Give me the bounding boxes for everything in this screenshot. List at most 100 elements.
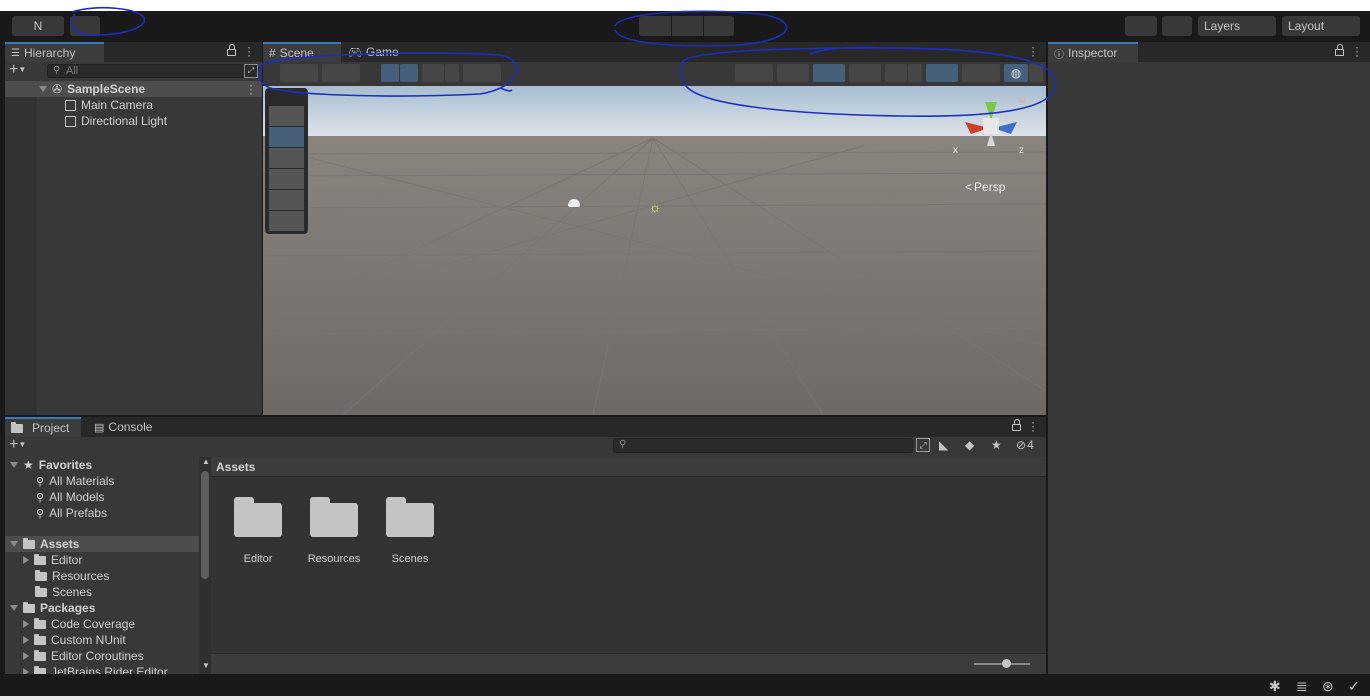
scroll-thumb[interactable]: [201, 471, 209, 579]
transform-tool-button[interactable]: [269, 211, 304, 231]
tab-console[interactable]: ▤ Console: [88, 417, 164, 437]
gizmos-toggle[interactable]: ◍: [1004, 64, 1028, 82]
pivot-toggle[interactable]: [381, 64, 399, 82]
tab-project[interactable]: Project: [5, 417, 81, 437]
folder-icon: [34, 617, 46, 629]
hierarchy-item[interactable]: Directional Light: [5, 113, 167, 129]
kebab-menu-icon[interactable]: · · ·: [247, 41, 251, 61]
cloud-button[interactable]: [70, 16, 100, 36]
scroll-up-icon[interactable]: ▲: [202, 457, 210, 466]
expand-search-icon[interactable]: ⤢: [244, 64, 258, 78]
rect-tool-button[interactable]: [269, 190, 304, 210]
bug-icon[interactable]: ✱: [1269, 678, 1281, 695]
folder-icon: [310, 497, 358, 537]
hidden-packages-toggle[interactable]: ⊘ 4: [1016, 438, 1034, 452]
scroll-down-icon[interactable]: ▼: [202, 661, 210, 670]
draw-options-button[interactable]: [735, 64, 773, 82]
tab-scene[interactable]: # Scene: [263, 42, 341, 62]
collab-button[interactable]: [1125, 16, 1157, 36]
asset-folder[interactable]: Resources: [305, 497, 363, 569]
tab-hierarchy[interactable]: ☰ Hierarchy: [5, 42, 104, 62]
expand-triangle-icon: [23, 652, 29, 660]
tab-game[interactable]: 🎮︎ Game: [342, 42, 406, 62]
kebab-menu-icon[interactable]: · · ·: [1031, 41, 1035, 61]
star-icon[interactable]: ★: [991, 438, 1002, 452]
kebab-menu-icon[interactable]: · · ·: [1031, 416, 1035, 436]
tree-item[interactable]: ⚲ All Prefabs: [5, 505, 107, 521]
search-by-label-icon[interactable]: ◆: [965, 438, 974, 452]
sun-gizmo-icon[interactable]: ☼: [647, 199, 663, 215]
tab-inspector[interactable]: ⓘ Inspector: [1048, 42, 1138, 62]
hierarchy-item-label: Main Camera: [81, 98, 154, 112]
persp-toggle[interactable]: < Persp: [965, 180, 1005, 194]
scene-kebab-icon[interactable]: · · ·: [249, 79, 253, 99]
tree-assets[interactable]: Assets: [5, 536, 199, 552]
cache-server-icon[interactable]: ≣: [1296, 678, 1308, 695]
pause-button[interactable]: [672, 16, 703, 36]
expand-search-icon[interactable]: ⤢: [916, 438, 930, 452]
tree-item[interactable]: Editor Coroutines: [5, 648, 144, 664]
grid-toggle[interactable]: [422, 64, 444, 82]
draw-mode-dropdown[interactable]: [280, 64, 318, 82]
main-toolbar: N Layers Layout: [0, 11, 1370, 42]
lock-icon[interactable]: [1012, 419, 1021, 431]
layers-dropdown[interactable]: Layers: [1198, 16, 1276, 36]
tree-item[interactable]: Code Coverage: [5, 616, 135, 632]
asset-folder[interactable]: Scenes: [381, 497, 439, 569]
game-tab-label: Game: [365, 45, 399, 59]
camera-settings-button[interactable]: [962, 64, 1000, 82]
open-folder-icon: [23, 537, 35, 549]
audio-toggle[interactable]: [849, 64, 881, 82]
folder-icon: [34, 633, 46, 645]
breadcrumb-assets[interactable]: Assets: [216, 460, 255, 474]
lock-icon[interactable]: [227, 44, 236, 56]
project-search-input[interactable]: ⚲: [613, 438, 913, 453]
lighting-toggle[interactable]: [813, 64, 845, 82]
collapse-triangle-icon: [10, 605, 18, 611]
lock-icon[interactable]: [1335, 44, 1344, 56]
checkmark-icon[interactable]: ✓: [1348, 678, 1360, 695]
tree-scrollbar[interactable]: ▲ ▼: [199, 457, 211, 674]
tree-item[interactable]: Editor: [5, 552, 82, 568]
tree-packages[interactable]: Packages: [5, 600, 95, 616]
tree-item[interactable]: Scenes: [5, 584, 92, 600]
auto-generate-lighting-icon[interactable]: ⊛: [1322, 678, 1334, 695]
view-tool-button[interactable]: [269, 106, 304, 126]
tree-item[interactable]: Resources: [5, 568, 109, 584]
add-object-button[interactable]: +▼: [9, 62, 26, 79]
layout-dropdown[interactable]: Layout: [1282, 16, 1360, 36]
account-button[interactable]: N: [12, 16, 64, 36]
tree-label: Custom NUnit: [51, 633, 126, 647]
search-button[interactable]: [1162, 16, 1192, 36]
tree-item[interactable]: ⚲ All Models: [5, 489, 104, 505]
gizmos-dropdown[interactable]: [1029, 64, 1043, 82]
camera-gizmo-icon[interactable]: [568, 199, 580, 207]
move-tool-button[interactable]: [269, 127, 304, 147]
hidden-objects-toggle[interactable]: [926, 64, 958, 82]
hierarchy-search-input[interactable]: ⚲ All ⤢: [47, 64, 259, 78]
hierarchy-panel: ☰ Hierarchy · · · +▼ ⚲ All ⤢ ✇ SampleScene…: [5, 41, 262, 415]
asset-folder[interactable]: Editor: [229, 497, 287, 569]
tree-item[interactable]: ⚲ All Materials: [5, 473, 114, 489]
tree-item[interactable]: Custom NUnit: [5, 632, 126, 648]
hierarchy-item[interactable]: Main Camera: [5, 97, 153, 113]
global-toggle[interactable]: [400, 64, 418, 82]
zoom-slider-thumb[interactable]: [1002, 659, 1011, 668]
scene-viewport[interactable]: ☼ x z < Persp: [263, 86, 1046, 415]
effects-dropdown[interactable]: [908, 64, 922, 82]
step-button[interactable]: [704, 16, 734, 36]
effects-toggle[interactable]: [885, 64, 907, 82]
snap-increment-button[interactable]: [463, 64, 501, 82]
search-by-type-icon[interactable]: ◣: [939, 438, 948, 452]
rotate-tool-button[interactable]: [269, 148, 304, 168]
scale-tool-button[interactable]: [269, 169, 304, 189]
scene-row[interactable]: ✇ SampleScene · · ·: [5, 79, 262, 99]
play-button[interactable]: [639, 16, 671, 36]
kebab-menu-icon[interactable]: · · ·: [1355, 41, 1359, 61]
create-asset-button[interactable]: +▼: [9, 437, 26, 454]
grid-dropdown[interactable]: [445, 64, 459, 82]
2d-toggle[interactable]: [322, 64, 360, 82]
tree-favorites[interactable]: ★ Favorites: [5, 457, 92, 473]
tree-item[interactable]: JetBrains Rider Editor: [5, 664, 168, 674]
2d-mode-button[interactable]: [777, 64, 809, 82]
